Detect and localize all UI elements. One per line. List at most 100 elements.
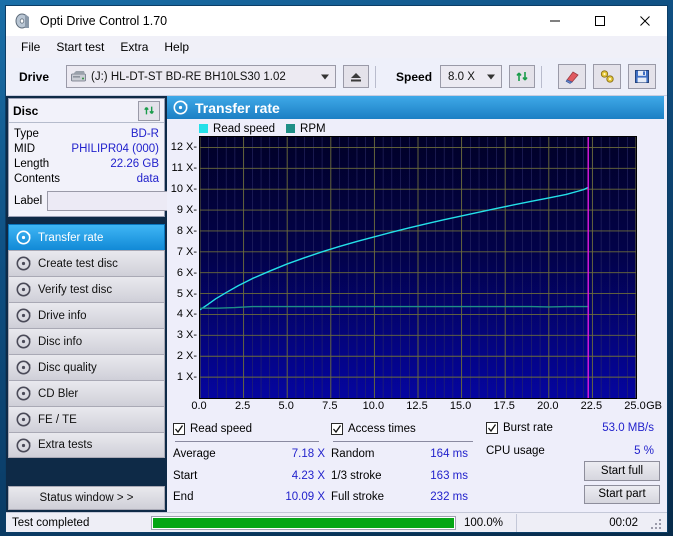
sidebar-item-label: Disc quality xyxy=(38,361,97,374)
x-axis-tick: 7.5 xyxy=(322,400,338,412)
left-sidebar: Disc Type BD-R MID PHILIPR04 (000) Lengt… xyxy=(6,96,230,512)
sidebar-item-extra-tests[interactable]: Extra tests xyxy=(8,432,165,458)
sidebar-item-label: Transfer rate xyxy=(38,231,104,244)
chart-y-axis: 1 X- 2 X- 3 X- 4 X- 5 X- 6 X- 7 X- 8 X- 9 X- 10 X… xyxy=(169,136,199,399)
sidebar-item-fe-te[interactable]: FE / TE xyxy=(8,406,165,432)
disc-value: BD-R xyxy=(130,127,159,140)
stat-row-third-stroke: 1/3 stroke 163 ms xyxy=(331,465,486,486)
access-times-label: Access times xyxy=(348,423,416,436)
resize-grip[interactable] xyxy=(650,516,664,530)
sidebar-item-label: Disc info xyxy=(38,335,83,348)
sidebar-item-disc-quality[interactable]: Disc quality xyxy=(8,354,165,380)
drive-select[interactable]: (J:) HL-DT-ST BD-RE BH10LS30 1.02 xyxy=(66,65,337,88)
disc-value: 22.26 GB xyxy=(110,157,159,170)
stat-key: Full stroke xyxy=(331,491,385,504)
stat-key: Random xyxy=(331,448,375,461)
disc-refresh-button[interactable] xyxy=(138,100,160,121)
access-times-checkbox[interactable] xyxy=(331,423,343,436)
disc-icon xyxy=(16,282,31,297)
tools-button[interactable] xyxy=(593,64,622,89)
disc-icon xyxy=(16,412,31,427)
legend-swatch-rpm xyxy=(286,124,296,133)
eject-button[interactable] xyxy=(343,65,370,88)
y-axis-tick: 10 X- xyxy=(170,183,197,196)
toolbar-separator xyxy=(375,65,377,88)
status-window-button[interactable]: Status window > > xyxy=(8,486,165,510)
panel-header: Transfer rate xyxy=(167,96,664,119)
menu-help[interactable]: Help xyxy=(157,38,196,56)
read-speed-header: Read speed xyxy=(173,421,331,438)
disc-value: data xyxy=(136,172,159,185)
y-axis-tick: 8 X- xyxy=(176,224,197,237)
stat-value: 163 ms xyxy=(430,469,468,482)
app-window: Opti Drive Control 1.70 File Start test … xyxy=(5,5,668,533)
speed-label: Speed xyxy=(396,69,433,84)
disc-key: MID xyxy=(14,142,36,155)
disc-label-row: Label xyxy=(14,189,230,212)
menu-start-test[interactable]: Start test xyxy=(49,38,111,56)
maximize-button[interactable] xyxy=(577,6,622,36)
disc-key: Contents xyxy=(14,172,61,185)
disc-info-rows: Type BD-R MID PHILIPR04 (000) Length 22.… xyxy=(9,123,230,216)
menu-extra[interactable]: Extra xyxy=(113,38,155,56)
read-speed-label: Read speed xyxy=(190,423,253,436)
status-message: Test completed xyxy=(12,516,90,529)
chart-svg xyxy=(200,137,636,398)
start-part-button[interactable]: Start part xyxy=(584,484,660,504)
stat-value: 10.09 X xyxy=(285,491,325,504)
stats-panel: Read speed Average 7.18 X Start 4.23 X E… xyxy=(167,415,664,512)
y-axis-tick: 5 X- xyxy=(176,287,197,300)
x-axis-tick: 20.0 xyxy=(537,400,559,412)
divider xyxy=(333,440,473,442)
y-axis-tick: 6 X- xyxy=(176,266,197,279)
menu-file[interactable]: File xyxy=(14,38,47,56)
speed-select[interactable]: 8.0 X xyxy=(440,65,503,88)
sidebar-item-disc-info[interactable]: Disc info xyxy=(8,328,165,354)
stat-row-end: End 10.09 X xyxy=(173,487,331,508)
drive-label: Drive xyxy=(19,69,50,84)
sidebar-item-transfer-rate[interactable]: Transfer rate xyxy=(8,224,165,250)
burst-rate-checkbox[interactable] xyxy=(486,422,498,435)
chart-canvas[interactable] xyxy=(199,136,637,399)
y-axis-tick: 7 X- xyxy=(176,245,197,258)
sidebar-nav: Transfer rate Create test disc Verify te… xyxy=(8,224,165,458)
x-axis-tick: 10.0 xyxy=(362,400,385,412)
disc-row-length: Length 22.26 GB xyxy=(14,156,159,171)
speed-value: 8.0 X xyxy=(448,70,475,83)
stat-key: CPU usage xyxy=(486,445,545,458)
chart-plot-area: 1 X- 2 X- 3 X- 4 X- 5 X- 6 X- 7 X- 8 X- 9 X- 10 X… xyxy=(169,136,664,399)
x-axis-tick: 0.0 xyxy=(191,400,207,412)
sidebar-item-create-test-disc[interactable]: Create test disc xyxy=(8,250,165,276)
progress-bar-fill xyxy=(153,517,454,528)
start-full-button[interactable]: Start full xyxy=(584,461,660,481)
x-axis-tick: 15.0 xyxy=(449,400,472,412)
read-speed-checkbox[interactable] xyxy=(173,423,185,436)
refresh-button[interactable] xyxy=(509,65,536,88)
progress-bar xyxy=(151,515,456,530)
disc-icon xyxy=(16,360,31,375)
disc-row-mid: MID PHILIPR04 (000) xyxy=(14,141,159,156)
save-button[interactable] xyxy=(628,64,657,89)
divider xyxy=(175,440,319,442)
content-body: Disc Type BD-R MID PHILIPR04 (000) Lengt… xyxy=(6,96,667,512)
minimize-button[interactable] xyxy=(532,6,577,36)
stat-row-cpu-usage: CPU usage 5 % xyxy=(486,442,660,461)
disc-row-type: Type BD-R xyxy=(14,126,159,141)
close-button[interactable] xyxy=(622,6,667,36)
y-axis-tick: 11 X- xyxy=(171,162,197,175)
stat-row-full-stroke: Full stroke 232 ms xyxy=(331,487,486,508)
x-axis-tick: 2.5 xyxy=(234,400,251,412)
y-axis-tick: 12 X- xyxy=(170,141,197,154)
drive-value: (J:) HL-DT-ST BD-RE BH10LS30 1.02 xyxy=(91,70,286,83)
sidebar-item-verify-test-disc[interactable]: Verify test disc xyxy=(8,276,165,302)
sidebar-item-drive-info[interactable]: Drive info xyxy=(8,302,165,328)
x-axis-tick: 22.5 xyxy=(580,400,603,412)
disc-icon xyxy=(16,256,31,271)
transfer-rate-chart: Read speed RPM 1 X- 2 X- 3 X- 4 X- 5 X- 6 X- 7… xyxy=(167,119,664,415)
disc-key: Type xyxy=(14,127,39,140)
sidebar-item-cd-bler[interactable]: CD Bler xyxy=(8,380,165,406)
disc-key: Length xyxy=(14,157,50,170)
sidebar-item-label: Drive info xyxy=(38,309,87,322)
stat-key: Start xyxy=(173,469,198,482)
eraser-button[interactable] xyxy=(558,64,587,89)
